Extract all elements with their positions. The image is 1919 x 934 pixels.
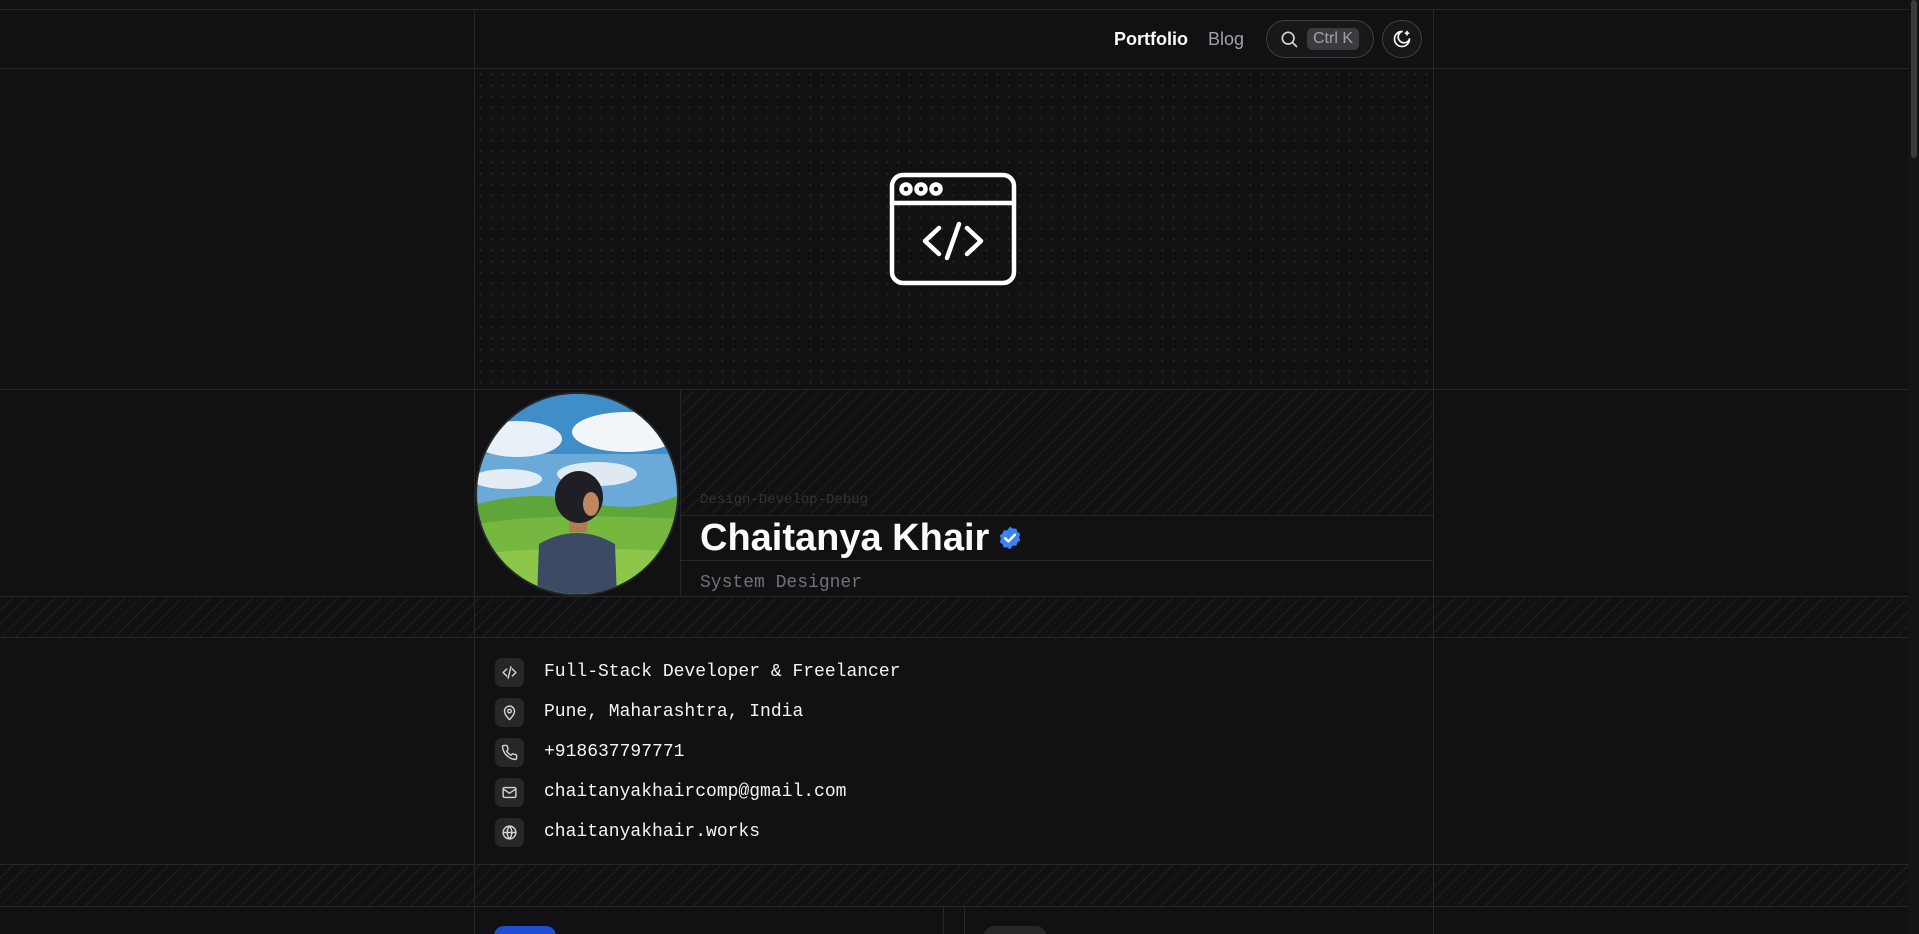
- divider: [680, 389, 681, 596]
- avatar: [475, 392, 679, 596]
- browser-code-icon: [889, 172, 1017, 286]
- contact-info-list: Full-Stack Developer & Freelancer Pune, …: [495, 652, 900, 852]
- page-scrollbar[interactable]: [1908, 0, 1919, 934]
- divider: [943, 906, 944, 934]
- code-icon: [495, 657, 524, 687]
- site-header: Portfolio Blog Ctrl K: [474, 10, 1434, 68]
- card-badge: [494, 926, 556, 934]
- profile-name-row: Chaitanya Khair: [700, 514, 1023, 562]
- info-item-email[interactable]: chaitanyakhaircomp@gmail.com: [495, 772, 900, 812]
- phone-icon: [495, 737, 524, 767]
- info-text: Pune, Maharashtra, India: [544, 702, 804, 722]
- info-item-location: Pune, Maharashtra, India: [495, 692, 900, 732]
- moon-sparkle-icon: [1393, 30, 1411, 48]
- hero-banner: [475, 69, 1433, 389]
- divider: [1433, 9, 1434, 934]
- divider: [0, 637, 1908, 638]
- search-button[interactable]: Ctrl K: [1266, 20, 1374, 58]
- theme-toggle-button[interactable]: [1382, 20, 1422, 58]
- info-text[interactable]: +918637797771: [544, 742, 684, 762]
- card-badge: [984, 926, 1046, 934]
- nav-blog-link[interactable]: Blog: [1208, 29, 1244, 50]
- section-separator: [0, 597, 1908, 637]
- search-shortcut-badge: Ctrl K: [1307, 28, 1359, 50]
- info-text[interactable]: chaitanyakhair.works: [544, 822, 760, 842]
- nav-portfolio-link[interactable]: Portfolio: [1114, 29, 1188, 50]
- verified-badge-icon: [1000, 526, 1021, 550]
- scrollbar-thumb[interactable]: [1911, 0, 1917, 158]
- divider: [0, 906, 1908, 907]
- mail-icon: [495, 777, 524, 807]
- main-nav: Portfolio Blog Ctrl K: [1114, 20, 1374, 58]
- section-separator: [0, 865, 1908, 906]
- globe-icon: [495, 817, 524, 847]
- search-icon: [1281, 31, 1298, 48]
- divider: [964, 906, 965, 934]
- profile-name: Chaitanya Khair: [700, 516, 990, 559]
- info-text[interactable]: chaitanyakhaircomp@gmail.com: [544, 782, 846, 802]
- map-pin-icon: [495, 697, 524, 727]
- info-item-occupation: Full-Stack Developer & Freelancer: [495, 652, 900, 692]
- profile-role: System Designer: [700, 573, 863, 593]
- info-item-website[interactable]: chaitanyakhair.works: [495, 812, 900, 852]
- profile-tagline: Design-Develop-Debug: [700, 492, 869, 508]
- info-item-phone[interactable]: +918637797771: [495, 732, 900, 772]
- info-text: Full-Stack Developer & Freelancer: [544, 662, 901, 682]
